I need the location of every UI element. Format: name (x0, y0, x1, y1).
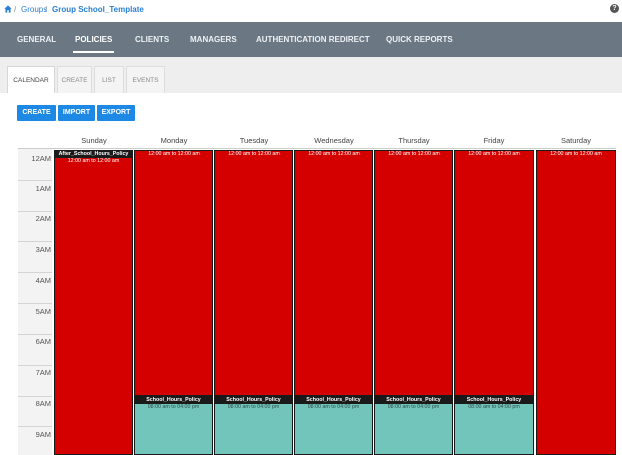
event-title: School_Hours_Policy (294, 396, 373, 404)
event-time: 08:00 am to 04:00 pm (147, 404, 200, 410)
export-button[interactable]: EXPORT (97, 105, 135, 121)
hour-divider (18, 334, 52, 335)
calendar-top-border (18, 148, 616, 149)
subtab-list[interactable]: LIST (94, 66, 124, 93)
hour-label: 8AM (35, 399, 51, 408)
day-header-saturday: Saturday (560, 136, 592, 145)
event-title: School_Hours_Policy (214, 396, 293, 404)
day-header-thursday: Thursday (398, 136, 430, 145)
event-time: 12:00 am to 12:00 am (388, 151, 440, 157)
event-time: 12:00 am to 12:00 am (550, 151, 602, 157)
day-header-monday: Monday (160, 136, 188, 145)
tab-general[interactable]: GENERAL (17, 22, 56, 57)
create-button[interactable]: CREATE (17, 105, 56, 121)
hour-divider (18, 426, 52, 427)
hour-divider (18, 303, 52, 304)
hour-label: 1AM (35, 184, 51, 193)
hour-divider (18, 272, 52, 273)
event-after-hours-wednesday[interactable] (294, 150, 373, 396)
event-time: 12:00 am to 12:00 am (468, 151, 520, 157)
breadcrumb-current-group[interactable]: Group School_Template (52, 5, 144, 14)
hour-label: 6AM (35, 337, 51, 346)
subtab-calendar[interactable]: CALENDAR (7, 66, 55, 93)
event-time: 08:00 am to 04:00 pm (387, 404, 440, 410)
main-tab-bar: GENERAL POLICIES CLIENTS MANAGERS AUTHEN… (0, 22, 622, 57)
tab-clients[interactable]: CLIENTS (135, 22, 169, 57)
import-button[interactable]: IMPORT (58, 105, 95, 121)
hour-divider (18, 365, 52, 366)
event-title: School_Hours_Policy (134, 396, 213, 404)
breadcrumb: / Groups / Group School_Template ? (0, 0, 622, 20)
event-title: School_Hours_Policy (374, 396, 453, 404)
day-header-friday: Friday (483, 136, 505, 145)
day-header-sunday: Sunday (81, 136, 107, 145)
event-title: School_Hours_Policy (454, 396, 534, 404)
hour-label: 9AM (35, 430, 51, 439)
hour-label: 7AM (35, 368, 51, 377)
event-time: 12:00 am to 12:00 am (228, 151, 280, 157)
event-title: After_School_Hours_Policy (55, 150, 132, 158)
hour-label: 3AM (35, 245, 51, 254)
tab-managers[interactable]: MANAGERS (190, 22, 237, 57)
event-time: 08:00 am to 04:00 pm (227, 404, 280, 410)
tab-authentication-redirect[interactable]: AUTHENTICATION REDIRECT (256, 22, 370, 57)
help-icon[interactable]: ? (610, 4, 619, 13)
hour-divider (18, 241, 52, 242)
home-icon[interactable] (4, 5, 12, 13)
subtab-create[interactable]: CREATE (57, 66, 92, 93)
event-time: 12:00 am to 12:00 am (67, 158, 120, 164)
hour-divider (18, 211, 52, 212)
subtab-events[interactable]: EVENTS (126, 66, 165, 93)
event-time: 08:00 am to 04:00 pm (307, 404, 360, 410)
breadcrumb-separator: / (14, 5, 17, 14)
day-header-wednesday: Wednesday (314, 136, 354, 145)
hour-divider (18, 396, 52, 397)
day-header-tuesday: Tuesday (239, 136, 269, 145)
event-after-hours-tuesday[interactable] (214, 150, 293, 396)
hour-label: 2AM (35, 214, 51, 223)
breadcrumb-groups-link[interactable]: Groups (21, 5, 47, 14)
event-time: 08:00 am to 04:00 pm (468, 404, 520, 410)
event-after-hours-thursday[interactable] (374, 150, 453, 396)
hour-divider (18, 180, 52, 181)
event-after-hours-friday[interactable] (454, 150, 534, 396)
event-after-hours-monday[interactable] (134, 150, 213, 396)
hour-label: 5AM (35, 307, 51, 316)
event-time: 12:00 am to 12:00 am (308, 151, 360, 157)
event-after-hours-saturday[interactable] (536, 150, 616, 455)
tab-quick-reports[interactable]: QUICK REPORTS (386, 22, 453, 57)
event-time: 12:00 am to 12:00 am (148, 151, 200, 157)
breadcrumb-separator: / (45, 5, 48, 14)
hour-label: 4AM (35, 276, 51, 285)
time-gutter (18, 149, 52, 455)
tab-policies[interactable]: POLICIES (72, 22, 115, 57)
event-after-hours-sunday[interactable] (54, 150, 133, 455)
hour-label: 12AM (31, 154, 51, 163)
